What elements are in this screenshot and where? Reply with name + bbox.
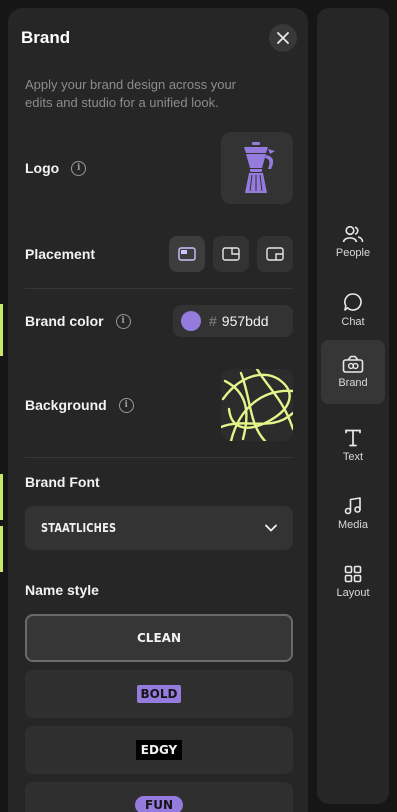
rail-label: Brand [338,377,368,389]
name-style-edgy[interactable]: EDGY [25,726,293,774]
info-icon[interactable]: i [115,313,131,329]
brand-font-label: Brand Font [25,474,100,490]
placement-bottom-right-button[interactable] [257,236,293,272]
rail-item-chat[interactable]: Chat [321,278,385,342]
rail-label: Chat [341,316,365,328]
hash-symbol: # [209,313,217,329]
edge-accent-strip [0,474,3,520]
style-option-label: CLEAN [137,631,181,645]
placement-top-right-icon [222,247,240,261]
panel-title: Brand [21,28,71,47]
logo-upload[interactable] [221,132,293,204]
moka-pot-icon [244,142,275,193]
people-icon [342,225,364,243]
info-icon[interactable]: i [71,160,87,176]
brand-panel: Brand Apply your brand design across you… [8,8,308,812]
placement-top-left-icon [178,247,196,261]
rail-label: People [335,247,371,259]
name-style-bold[interactable]: BOLD [25,670,293,718]
chevron-down-icon [265,524,277,532]
background-row-label: Background i [25,397,134,413]
placement-top-right-button[interactable] [213,236,249,272]
brand-color-label: Brand color [25,313,104,329]
media-icon [344,497,361,515]
scribble-pattern-icon [221,369,293,441]
rail-item-media[interactable]: Media [321,482,385,546]
brand-font-value: STAATLICHES [41,521,117,535]
name-style-label: Name style [25,582,99,598]
rail-item-people[interactable]: People [321,210,385,274]
background-label: Background [25,397,107,413]
style-option-label: EDGY [135,740,183,760]
placement-top-left-button[interactable] [169,236,205,272]
name-style-clean[interactable]: CLEAN [25,614,293,662]
rail-item-brand[interactable]: Brand [321,340,385,404]
color-swatch[interactable] [181,311,201,331]
rail-label: Layout [336,587,370,599]
name-style-fun[interactable]: FUN [25,782,293,812]
rail-item-text[interactable]: Text [321,414,385,478]
section-divider [25,457,293,458]
rail-label: Text [342,451,364,463]
brand-color-row-label: Brand color i [25,313,131,329]
placement-bottom-right-icon [266,247,284,261]
edge-accent-strip [0,526,3,572]
placement-label: Placement [25,246,96,262]
brand-color-picker[interactable]: # 957bdd [173,305,293,337]
edge-accent-strip [0,304,3,356]
layout-icon [344,565,362,583]
info-icon[interactable]: i [118,397,134,413]
close-icon [277,32,289,44]
hex-value[interactable]: 957bdd [222,313,269,329]
logo-row-label: Logo i [25,160,87,176]
style-option-label: BOLD [136,685,182,703]
logo-label: Logo [25,160,60,176]
style-option-label: FUN [135,796,183,812]
side-rail: People Chat Brand Text Media Layout [317,8,389,804]
background-thumbnail[interactable] [221,369,293,441]
panel-description: Apply your brand design across your edit… [25,77,237,110]
rail-label: Media [338,519,368,531]
text-icon [345,429,361,447]
brand-icon [342,355,364,373]
section-divider [25,288,293,289]
brand-font-dropdown[interactable]: STAATLICHES [25,506,293,550]
close-button[interactable] [269,24,297,52]
rail-item-layout[interactable]: Layout [321,550,385,614]
chat-icon [344,293,362,311]
